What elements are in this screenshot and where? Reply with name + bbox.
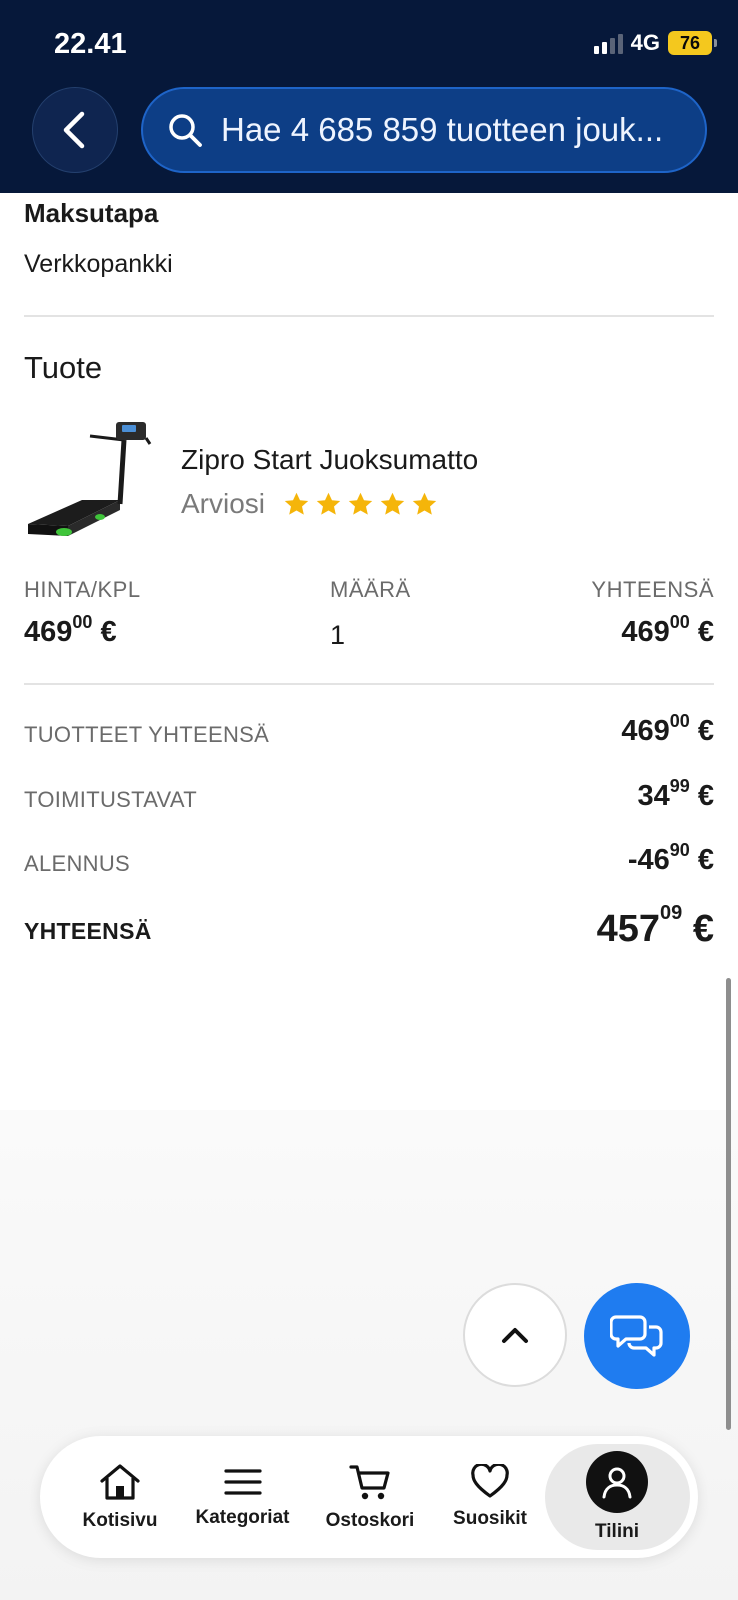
grand-total-main: 457	[596, 908, 661, 950]
discount-main: -46	[627, 844, 670, 876]
divider	[24, 683, 714, 685]
grand-total-value: 45709 €	[596, 902, 714, 951]
shipping-currency: €	[697, 780, 714, 812]
nav-label-home: Kotisivu	[82, 1510, 158, 1531]
chat-icon	[610, 1315, 663, 1357]
shipping-cents: 99	[669, 776, 690, 796]
nav-item-categories[interactable]: Kategoriat	[185, 1436, 300, 1558]
discount-cents: 90	[669, 840, 690, 860]
nav-label-favorites: Suosikit	[453, 1508, 527, 1529]
person-icon	[602, 1467, 632, 1499]
chat-button[interactable]	[584, 1283, 690, 1389]
status-indicators: 4G 76	[593, 30, 717, 56]
menu-icon	[223, 1469, 262, 1495]
search-placeholder: Hae 4 685 859 tuotteen jouk...	[221, 111, 664, 148]
quantity-header: MÄÄRÄ	[330, 577, 411, 602]
account-icon	[586, 1451, 648, 1513]
star-icon[interactable]	[379, 491, 406, 518]
status-time: 22.41	[54, 28, 127, 60]
shipping-main: 34	[637, 780, 670, 812]
rating-row: Arviosi	[181, 488, 438, 520]
shipping-label: TOIMITUSTAVAT	[24, 787, 197, 812]
scrollbar[interactable]	[726, 978, 731, 1430]
unit-price-header: HINTA/KPL	[24, 577, 141, 602]
products-total-cents: 00	[669, 711, 690, 731]
product-section-title: Tuote	[24, 350, 103, 385]
discount-value: -4690 €	[627, 840, 714, 877]
payment-method: Verkkopankki	[24, 250, 173, 278]
star-icon[interactable]	[315, 491, 342, 518]
rating-label: Arviosi	[181, 488, 266, 519]
star-icon[interactable]	[411, 491, 438, 518]
cart-icon	[349, 1465, 390, 1500]
nav-label-cart: Ostoskori	[325, 1510, 415, 1531]
grand-total-label: YHTEENSÄ	[24, 918, 152, 944]
chevron-left-icon	[63, 111, 85, 149]
back-button[interactable]	[32, 87, 118, 173]
unit-price-cents: 00	[72, 612, 93, 632]
search-input[interactable]: Hae 4 685 859 tuotteen jouk...	[141, 87, 707, 173]
total-header: YHTEENSÄ	[591, 577, 714, 602]
products-total-label: TUOTTEET YHTEENSÄ	[24, 722, 270, 747]
nav-item-favorites[interactable]: Suosikit	[438, 1436, 542, 1558]
unit-price: 46900 €	[24, 612, 117, 649]
bottom-navigation: Kotisivu Kategoriat Ostoskori Suosikit T…	[40, 1436, 698, 1558]
search-icon	[169, 114, 202, 147]
battery-level: 76	[679, 32, 701, 53]
battery-icon: 76	[668, 31, 717, 55]
network-label: 4G	[630, 30, 660, 55]
unit-price-currency: €	[100, 616, 117, 648]
divider	[24, 315, 714, 317]
star-icon[interactable]	[347, 491, 374, 518]
shipping-value: 3499 €	[637, 776, 715, 813]
line-total-currency: €	[697, 616, 714, 648]
heart-icon	[471, 1464, 509, 1498]
line-total-cents: 00	[669, 612, 690, 632]
nav-label-categories: Kategoriat	[195, 1507, 290, 1528]
line-total-main: 469	[621, 616, 670, 648]
unit-price-main: 469	[24, 616, 73, 648]
quantity-value: 1	[330, 620, 346, 650]
chevron-up-icon	[502, 1328, 528, 1343]
line-total: 46900 €	[621, 612, 714, 649]
nav-label-account: Tilini	[595, 1521, 639, 1542]
products-total-value: 46900 €	[621, 711, 714, 748]
scroll-to-top-button[interactable]	[463, 1283, 567, 1387]
nav-item-home[interactable]: Kotisivu	[70, 1436, 170, 1558]
signal-icon	[593, 32, 623, 54]
nav-item-cart[interactable]: Ostoskori	[315, 1436, 425, 1558]
star-icon[interactable]	[283, 491, 310, 518]
grand-total-currency: €	[692, 908, 714, 950]
product-name[interactable]: Zipro Start Juoksumatto	[181, 444, 478, 476]
nav-item-account[interactable]: Tilini	[562, 1436, 672, 1558]
home-icon	[100, 1464, 140, 1500]
products-total-currency: €	[697, 715, 714, 747]
discount-label: ALENNUS	[24, 851, 131, 876]
grand-total-cents: 09	[660, 902, 683, 924]
order-details-page: 22.41 4G 76 Hae 4 685 859 tuotteen jouk.…	[0, 0, 738, 1600]
payment-heading: Maksutapa	[24, 198, 159, 228]
star-rating[interactable]	[283, 491, 438, 518]
product-image[interactable]	[24, 414, 152, 544]
products-total-main: 469	[621, 715, 670, 747]
discount-currency: €	[697, 844, 714, 876]
top-header: 22.41 4G 76 Hae 4 685 859 tuotteen jouk.…	[0, 0, 738, 193]
